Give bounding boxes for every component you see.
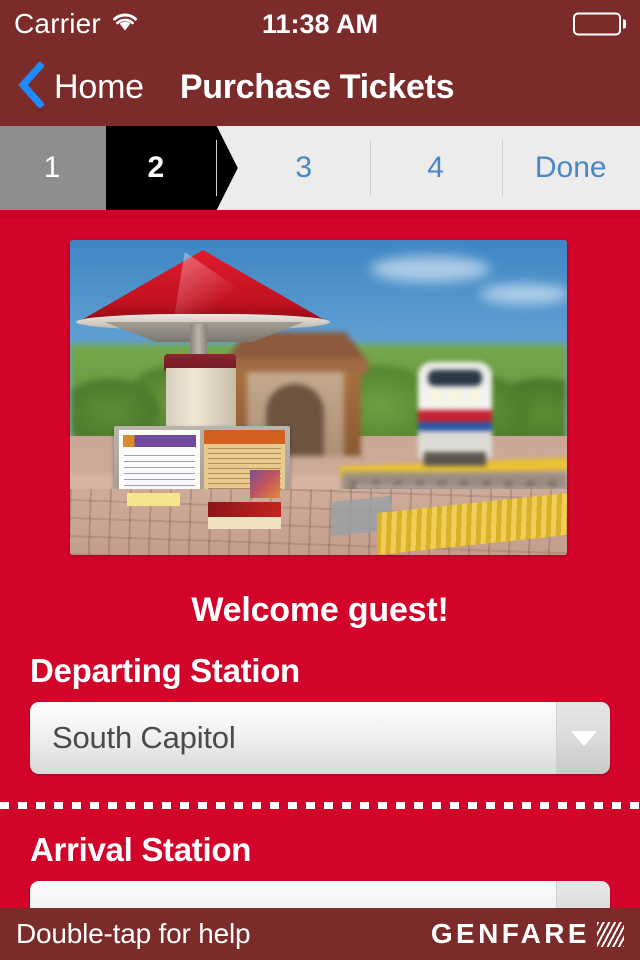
- hero-image-container: [0, 218, 640, 555]
- photo-approaching-train: [418, 362, 492, 466]
- status-bar: Carrier 11:38 AM: [0, 0, 640, 48]
- wifi-icon: [111, 11, 139, 37]
- caret-down-icon[interactable]: [556, 881, 610, 908]
- train-station-platform-photo: [70, 240, 567, 555]
- step-done-label: Done: [534, 151, 607, 184]
- carrier-label: Carrier: [14, 8, 101, 39]
- arrival-station-group: Arrival Station: [0, 831, 640, 908]
- photo-flyer-poster: [204, 430, 285, 532]
- content-top-edge: [0, 210, 640, 218]
- arrival-station-select[interactable]: [30, 881, 610, 908]
- step-indicator-4[interactable]: 4: [369, 126, 502, 210]
- step-indicator-done[interactable]: Done: [501, 126, 640, 210]
- page-title: Purchase Tickets: [179, 67, 455, 106]
- navigation-bar: Home Purchase Tickets: [0, 48, 640, 126]
- back-button-label: Home: [54, 67, 144, 106]
- photo-cloud: [480, 284, 567, 304]
- arrival-station-label: Arrival Station: [30, 831, 252, 868]
- step-progress-bar: 1 2 3 4 Done: [0, 126, 640, 210]
- welcome-message: Welcome guest!: [191, 591, 449, 629]
- arrival-station-value: [30, 881, 556, 908]
- section-divider: [0, 802, 640, 809]
- back-button[interactable]: Home: [18, 60, 144, 113]
- caret-down-icon[interactable]: [556, 702, 610, 774]
- battery-empty-icon: [573, 12, 626, 36]
- brand-name-label: GENFARE: [430, 918, 590, 949]
- step-2-label: 2: [147, 151, 165, 184]
- step-1-label: 1: [43, 151, 61, 184]
- departing-station-select[interactable]: South Capitol: [30, 702, 610, 774]
- chevron-left-icon: [18, 60, 45, 113]
- departing-station-value: South Capitol: [30, 702, 556, 774]
- departing-station-label: Departing Station: [30, 652, 300, 689]
- app-screen: Carrier 11:38 AM Home Purchase Tickets 1…: [0, 0, 640, 960]
- departing-station-group: Departing Station South Capitol: [0, 652, 640, 774]
- main-content: Welcome guest! Departing Station South C…: [0, 210, 640, 908]
- photo-cloud: [370, 256, 490, 282]
- genfare-logo: GENFARE: [431, 918, 624, 950]
- step-4-label: 4: [427, 151, 444, 184]
- help-hint-label: Double-tap for help: [16, 918, 251, 949]
- step-3-label: 3: [295, 151, 313, 184]
- genfare-hatch-mark-icon: [597, 921, 624, 947]
- footer-bar: Double-tap for help GENFARE: [0, 908, 640, 960]
- step-indicator-3[interactable]: 3: [215, 126, 370, 210]
